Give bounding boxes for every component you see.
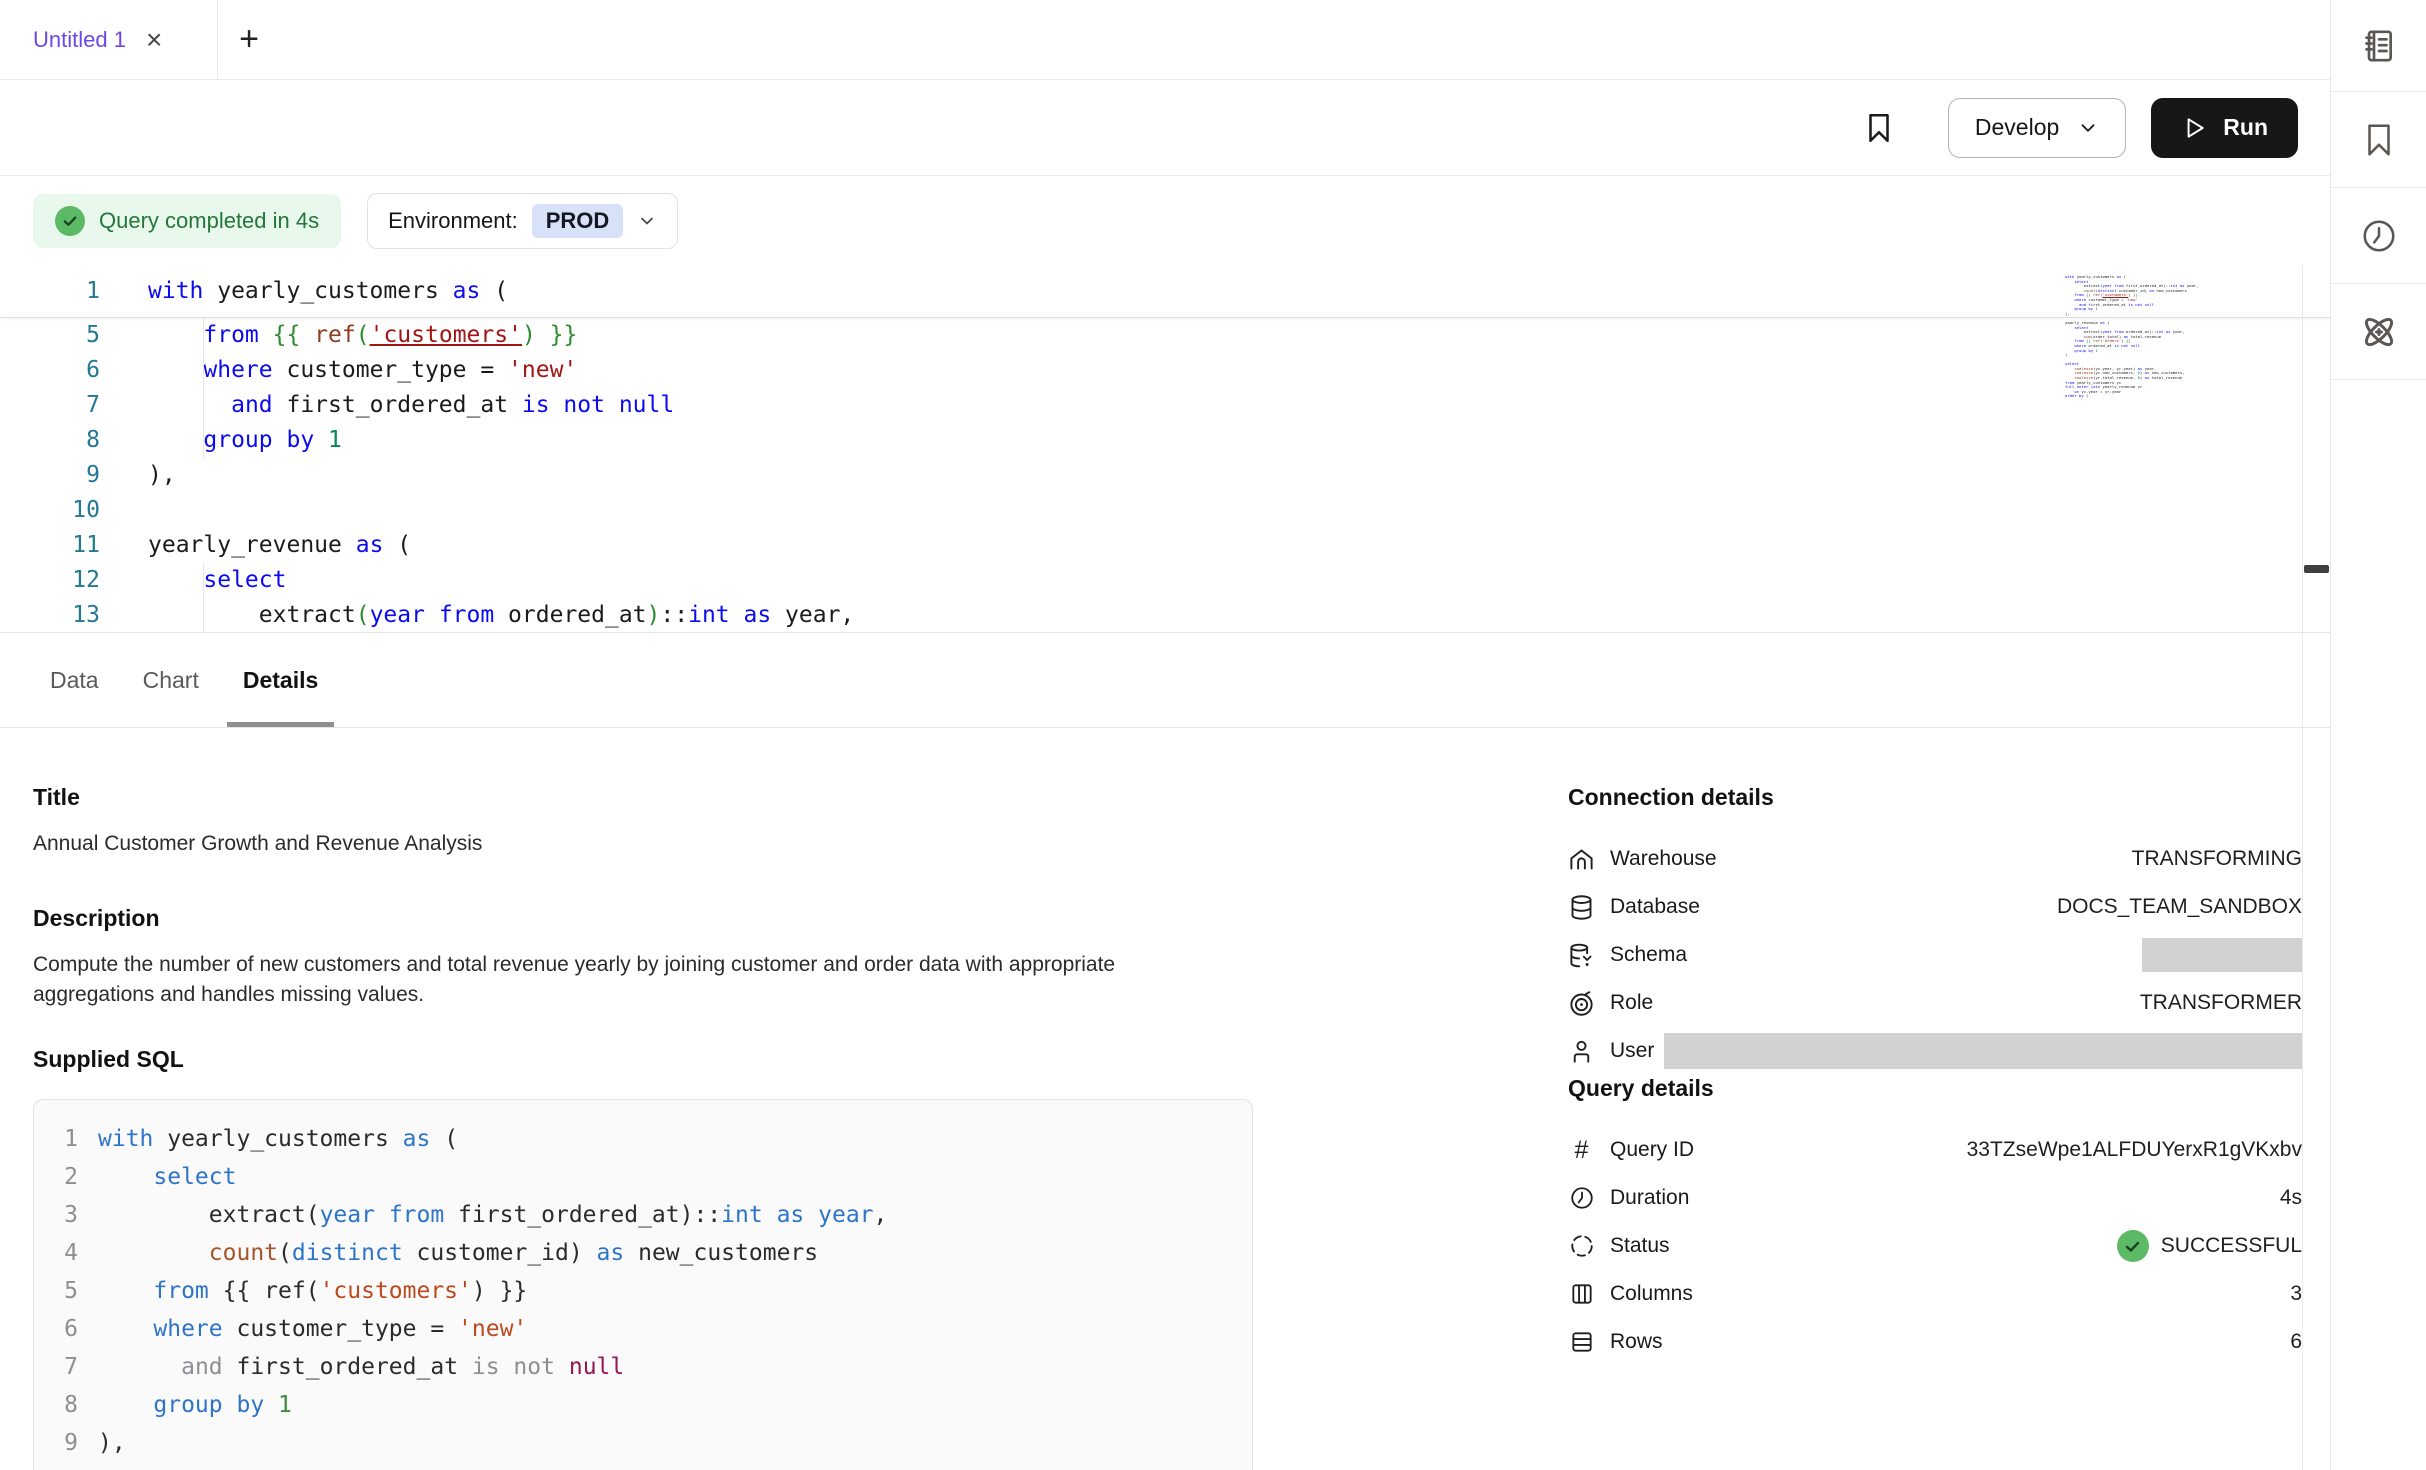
- environment-selector[interactable]: Environment: PROD: [367, 193, 678, 249]
- query-row-duration: Duration 4s: [1568, 1174, 2302, 1222]
- query-tab-untitled-1[interactable]: Untitled 1 ×: [0, 0, 218, 79]
- columns-value: 3: [2290, 1282, 2302, 1306]
- query-row-id: # Query ID 33TZseWpe1ALFDUYerxR1gVKxbv: [1568, 1126, 2302, 1174]
- success-check-icon: [2117, 1230, 2149, 1262]
- play-icon: [2181, 115, 2207, 141]
- sql-editor[interactable]: 1with yearly_customers as ( 5 from {{ re…: [0, 265, 2330, 633]
- new-tab-button[interactable]: +: [218, 0, 280, 79]
- develop-label: Develop: [1975, 114, 2059, 141]
- warehouse-icon: [1568, 846, 1595, 873]
- scrollbar-thumb[interactable]: [2304, 565, 2329, 573]
- check-circle-icon: [55, 206, 85, 236]
- result-tab-bar: Data Chart Details: [0, 633, 2330, 728]
- connection-row-role: Role TRANSFORMER: [1568, 979, 2302, 1027]
- rows-icon: [1568, 1329, 1595, 1355]
- role-target-icon: [1568, 990, 1595, 1017]
- tab-data[interactable]: Data: [50, 633, 99, 727]
- connection-row-schema: Schema: [1568, 931, 2302, 979]
- connection-row-warehouse: Warehouse TRANSFORMING: [1568, 835, 2302, 883]
- user-value-redacted: [1664, 1033, 2302, 1069]
- query-row-status: Status SUCCESSFUL: [1568, 1222, 2302, 1270]
- tab-bar: Untitled 1 × +: [0, 0, 2330, 80]
- query-row-columns: Columns 3: [1568, 1270, 2302, 1318]
- database-value: DOCS_TEAM_SANDBOX: [2057, 895, 2302, 919]
- editor-code-lines[interactable]: 5 from {{ ref('customers') }}6 where cus…: [0, 318, 2330, 633]
- details-right-column: Connection details Warehouse TRANSFORMIN…: [1568, 784, 2302, 1366]
- query-status-text: Query completed in 4s: [99, 208, 319, 234]
- details-pane: Title Annual Customer Growth and Revenue…: [0, 728, 2330, 1470]
- clock-icon: [1568, 1185, 1595, 1211]
- content-scrollbar[interactable]: [2302, 265, 2330, 1470]
- query-details-heading: Query details: [1568, 1075, 2302, 1102]
- role-value: TRANSFORMER: [2140, 991, 2302, 1015]
- sidebar-item-lineage[interactable]: [2331, 284, 2426, 380]
- description-value: Compute the number of new customers and …: [33, 950, 1223, 1010]
- columns-icon: [1568, 1281, 1595, 1307]
- schema-value-redacted: [2142, 938, 2302, 972]
- sidebar-item-bookmarks[interactable]: [2331, 92, 2426, 188]
- status-value: SUCCESSFUL: [2117, 1230, 2302, 1262]
- run-label: Run: [2223, 114, 2268, 141]
- rows-value: 6: [2290, 1330, 2302, 1354]
- user-icon: [1568, 1038, 1595, 1065]
- supplied-sql-code-block: 1with yearly_customers as (2 select3 ext…: [33, 1099, 1253, 1470]
- bookmark-button[interactable]: [1862, 111, 1896, 145]
- app-window: Untitled 1 × + Develop Ru: [0, 0, 2426, 1470]
- connection-row-database: Database DOCS_TEAM_SANDBOX: [1568, 883, 2302, 931]
- chevron-down-icon: [637, 211, 657, 231]
- environment-value-pill: PROD: [532, 204, 624, 238]
- lineage-icon: [2358, 311, 2400, 353]
- status-row: Query completed in 4s Environment: PROD: [0, 176, 2330, 265]
- warehouse-value: TRANSFORMING: [2132, 847, 2302, 871]
- notebook-icon: [2359, 26, 2399, 66]
- duration-value: 4s: [2280, 1186, 2302, 1210]
- tab-title: Untitled 1: [33, 27, 126, 53]
- query-id-value: 33TZseWpe1ALFDUYerxR1gVKxbv: [1967, 1138, 2302, 1162]
- history-clock-icon: [2360, 217, 2398, 255]
- main-panel: Untitled 1 × + Develop Ru: [0, 0, 2330, 1470]
- query-row-rows: Rows 6: [1568, 1318, 2302, 1366]
- toolbar: Develop Run: [0, 80, 2330, 176]
- sidebar-item-catalog[interactable]: [2331, 0, 2426, 92]
- tab-chart[interactable]: Chart: [143, 633, 199, 727]
- environment-label: Environment:: [388, 208, 518, 234]
- tab-details[interactable]: Details: [243, 633, 318, 727]
- editor-sticky-line: 1with yearly_customers as (: [0, 265, 2330, 318]
- query-status-badge: Query completed in 4s: [33, 194, 341, 248]
- chevron-down-icon: [2077, 117, 2099, 139]
- connection-row-user: User: [1568, 1027, 2302, 1075]
- right-sidebar: [2330, 0, 2426, 1470]
- bookmark-icon: [1862, 111, 1896, 145]
- run-button[interactable]: Run: [2151, 98, 2298, 158]
- close-tab-icon[interactable]: ×: [146, 26, 162, 54]
- schema-icon: [1568, 942, 1595, 969]
- sidebar-item-history[interactable]: [2331, 188, 2426, 284]
- connection-details-heading: Connection details: [1568, 784, 2302, 811]
- develop-dropdown-button[interactable]: Develop: [1948, 98, 2126, 158]
- bookmark-icon: [2360, 121, 2398, 159]
- editor-minimap[interactable]: with yearly_customers as ( select extrac…: [2065, 275, 2195, 399]
- database-icon: [1568, 894, 1595, 921]
- spinner-icon: [1568, 1233, 1595, 1259]
- hash-icon: #: [1568, 1136, 1595, 1165]
